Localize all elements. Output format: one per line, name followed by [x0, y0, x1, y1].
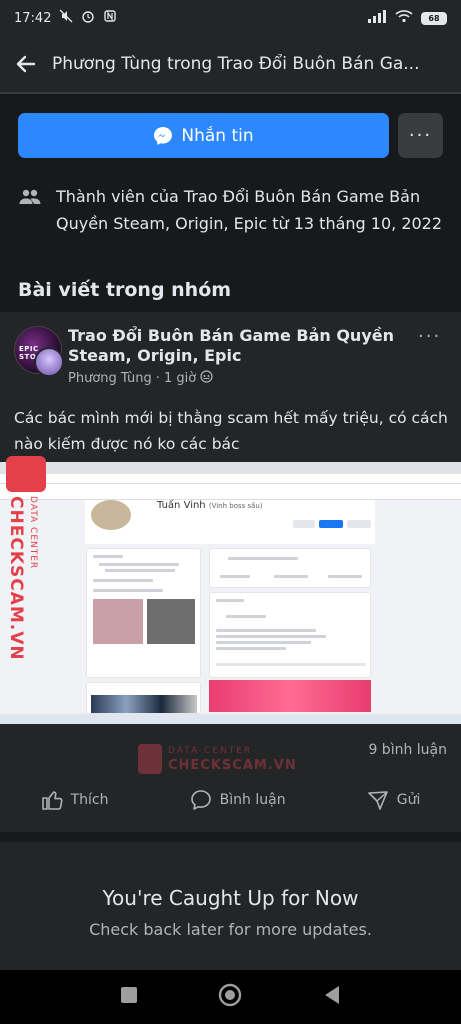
- post-meta: Phương Tùng · 1 giờ: [68, 370, 213, 387]
- image-composer-card: [209, 548, 371, 588]
- status-bar: 17:42 68: [0, 0, 461, 36]
- image-taskbar: [0, 714, 461, 724]
- signal-icon: [367, 9, 387, 27]
- watermark-brand: CHECKSCAM.VN: [6, 496, 26, 661]
- back-button[interactable]: [0, 36, 52, 92]
- image-profile-header: Tuấn Vinh (Vinh boss sầu): [85, 500, 375, 544]
- message-button-label: Nhắn tin: [181, 125, 254, 146]
- mute-icon: [59, 9, 73, 27]
- image-browser-tabs: [0, 462, 461, 474]
- messenger-icon: [154, 126, 173, 145]
- image-intro-card: [86, 548, 201, 678]
- message-button[interactable]: Nhắn tin: [18, 113, 389, 158]
- page-title: Phương Tùng trong Trao Đổi Buôn Bán Ga..…: [52, 54, 420, 74]
- post-text: Các bác mình mới bị thằng scam hết mấy t…: [14, 409, 448, 453]
- recents-button[interactable]: [120, 986, 138, 1008]
- image-profile-name: Tuấn Vinh (Vinh boss sầu): [157, 500, 263, 511]
- send-button[interactable]: Gửi: [367, 789, 421, 811]
- comment-button[interactable]: Bình luận: [190, 789, 286, 811]
- post-image[interactable]: Tuấn Vinh (Vinh boss sầu): [0, 462, 461, 724]
- caught-up-subtitle: Check back later for more updates.: [89, 920, 372, 939]
- system-nav-bar: [0, 970, 461, 1024]
- image-photos-card: [86, 682, 201, 714]
- watermark-tag: DATA CENTER: [28, 496, 38, 570]
- privacy-icon: [200, 370, 213, 387]
- comment-icon: [190, 790, 211, 810]
- divider: [0, 92, 461, 94]
- comment-label: Bình luận: [219, 792, 286, 808]
- lock-icon: [6, 456, 46, 492]
- post-group-name[interactable]: Trao Đổi Buôn Bán Game Bản Quyền Steam, …: [68, 326, 413, 366]
- author-avatar[interactable]: [34, 347, 64, 377]
- membership-text: Thành viên của Trao Đổi Buôn Bán Game Bả…: [56, 187, 443, 233]
- section-title: Bài viết trong nhóm: [18, 279, 232, 301]
- send-label: Gửi: [396, 792, 421, 808]
- wifi-icon: [395, 9, 413, 27]
- circle-icon: [219, 983, 242, 1007]
- caught-up-card: You're Caught Up for Now Check back late…: [0, 842, 461, 970]
- image-facebook-topbar: [0, 484, 461, 500]
- post-more-button[interactable]: ···: [418, 326, 441, 347]
- meta-separator: ·: [155, 371, 160, 386]
- battery-icon: 68: [421, 11, 447, 25]
- caught-up-title: You're Caught Up for Now: [102, 886, 359, 910]
- image-posts-card: [209, 592, 371, 678]
- app-notification-icon: [103, 9, 117, 27]
- post-time[interactable]: 1 giờ: [164, 371, 196, 386]
- post-actions: Thích Bình luận Gửi: [0, 778, 461, 822]
- more-icon: ···: [408, 125, 433, 146]
- square-icon: [121, 987, 138, 1003]
- post-author[interactable]: Phương Tùng: [68, 371, 152, 386]
- more-options-button[interactable]: ···: [398, 113, 443, 158]
- like-icon: [41, 791, 63, 810]
- image-browser-urlbar: [0, 474, 461, 484]
- divider: [0, 832, 461, 842]
- members-icon: [19, 189, 41, 204]
- triangle-back-icon: [324, 986, 339, 1004]
- watermark-brand: CHECKSCAM.VN: [168, 758, 297, 773]
- send-icon: [367, 791, 388, 810]
- clock: 17:42: [14, 10, 52, 26]
- image-hearts-banner: [209, 680, 371, 712]
- alarm-icon: [81, 9, 95, 27]
- lock-icon: [138, 744, 162, 774]
- membership-info: Thành viên của Trao Đổi Buôn Bán Game Bả…: [18, 183, 443, 237]
- image-profile-avatar: [91, 500, 131, 530]
- like-button[interactable]: Thích: [41, 789, 109, 811]
- top-app-bar: Phương Tùng trong Trao Đổi Buôn Bán Ga..…: [0, 36, 461, 92]
- back-nav-button[interactable]: [323, 985, 341, 1009]
- home-button[interactable]: [218, 983, 242, 1011]
- watermark-tag: DATA CENTER: [168, 746, 253, 756]
- watermark-vertical: CHECKSCAM.VN DATA CENTER: [6, 456, 46, 661]
- like-label: Thích: [70, 792, 109, 808]
- back-arrow-icon: [16, 55, 36, 73]
- watermark-center: DATA CENTER CHECKSCAM.VN: [138, 740, 308, 780]
